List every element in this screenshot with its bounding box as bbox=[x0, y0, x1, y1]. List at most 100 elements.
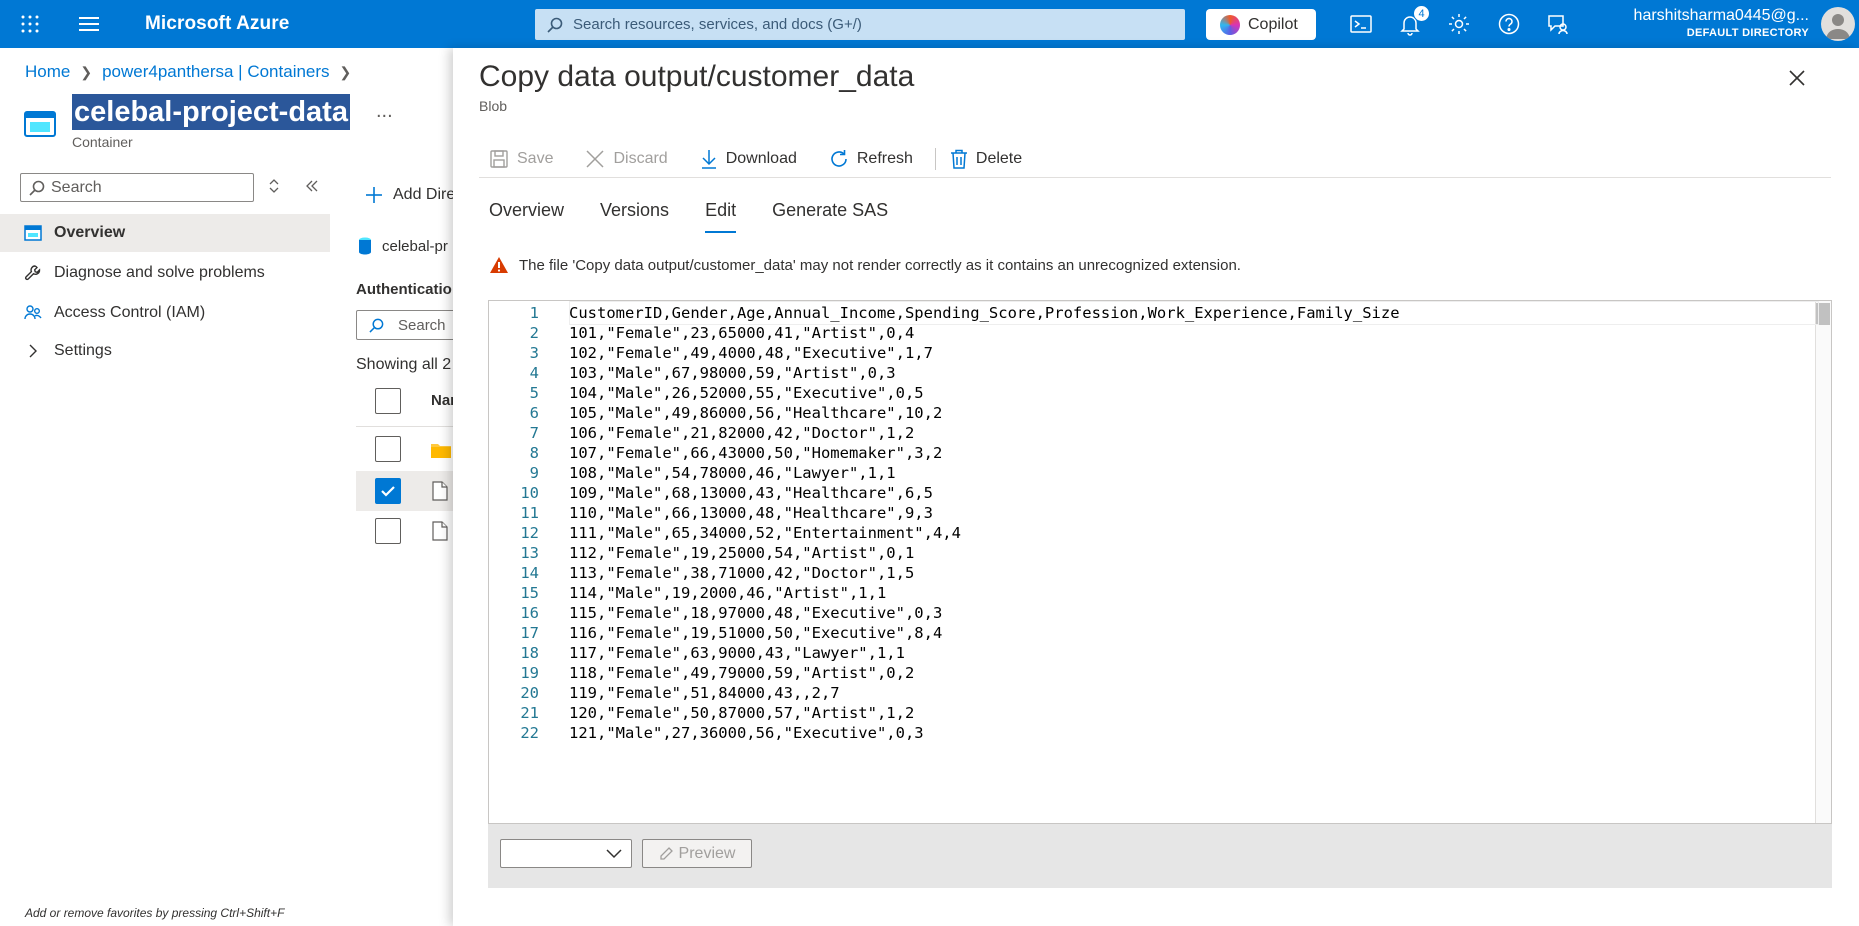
line-number: 18 bbox=[520, 644, 539, 662]
line-number: 10 bbox=[520, 484, 539, 502]
download-icon bbox=[700, 149, 718, 169]
line-number: 8 bbox=[529, 444, 539, 462]
copilot-button[interactable]: Copilot bbox=[1206, 9, 1316, 40]
select-all-checkbox[interactable] bbox=[375, 388, 401, 414]
discard-x-icon bbox=[585, 149, 605, 169]
discard-label: Discard bbox=[613, 149, 668, 167]
line-number: 20 bbox=[520, 684, 539, 702]
tab-generate-sas[interactable]: Generate SAS bbox=[772, 200, 888, 233]
more-options-icon[interactable]: ... bbox=[376, 100, 393, 123]
settings-gear-icon[interactable] bbox=[1447, 12, 1471, 36]
save-button[interactable]: Save bbox=[479, 149, 553, 169]
line-content: 117,"Female",63,9000,43,"Lawyer",1,1 bbox=[569, 644, 905, 662]
storage-account-icon bbox=[358, 237, 372, 255]
sidebar-item-settings[interactable]: Settings bbox=[0, 332, 330, 370]
sidebar-item-access-control[interactable]: Access Control (IAM) bbox=[0, 294, 330, 332]
sidebar-item-label: Overview bbox=[54, 224, 126, 241]
add-directory-label: Add Dire bbox=[393, 186, 456, 203]
sidebar-item-overview[interactable]: Overview bbox=[0, 214, 330, 252]
global-search-input[interactable]: Search resources, services, and docs (G+… bbox=[535, 9, 1185, 40]
chevron-down-icon bbox=[606, 849, 622, 859]
blob-tabs: Overview Versions Edit Generate SAS bbox=[489, 200, 888, 233]
brand-title[interactable]: Microsoft Azure bbox=[145, 13, 289, 35]
container-crumb-label: celebal-pr bbox=[382, 237, 448, 255]
tab-overview[interactable]: Overview bbox=[489, 200, 564, 233]
pencil-icon bbox=[659, 846, 673, 861]
trash-icon bbox=[950, 149, 968, 169]
user-email: harshitsharma0445@g... bbox=[1633, 7, 1809, 24]
line-content: 121,"Male",27,36000,56,"Executive",0,3 bbox=[569, 724, 924, 742]
left-search-input[interactable]: Search bbox=[20, 173, 254, 202]
line-content: 114,"Male",19,2000,46,"Artist",1,1 bbox=[569, 584, 887, 602]
sidebar-item-diagnose[interactable]: Diagnose and solve problems bbox=[0, 254, 330, 292]
discard-button[interactable]: Discard bbox=[575, 149, 668, 169]
avatar[interactable] bbox=[1821, 7, 1855, 41]
line-number: 22 bbox=[520, 724, 539, 742]
command-bar: Save Discard Download Refresh Delete bbox=[479, 140, 1831, 178]
breadcrumb-account[interactable]: power4panthersa | Containers bbox=[102, 62, 329, 82]
line-number: 3 bbox=[529, 344, 539, 362]
line-number: 19 bbox=[520, 664, 539, 682]
blob-search-input[interactable]: Search bbox=[356, 310, 466, 340]
add-directory-button[interactable]: Add Dire bbox=[365, 186, 455, 204]
cloud-shell-icon[interactable] bbox=[1349, 12, 1373, 36]
close-icon[interactable] bbox=[1789, 70, 1805, 86]
row-checkbox[interactable] bbox=[375, 436, 401, 462]
chevron-right-icon: ❯ bbox=[339, 63, 352, 80]
line-content: 108,"Male",54,78000,46,"Lawyer",1,1 bbox=[569, 464, 896, 482]
line-content: 111,"Male",65,34000,52,"Entertainment",4… bbox=[569, 524, 961, 542]
app-launcher-icon[interactable] bbox=[20, 14, 40, 34]
code-editor[interactable]: 1 CustomerID,Gender,Age,Annual_Income,Spe… bbox=[488, 300, 1832, 824]
preview-button[interactable]: Preview bbox=[642, 839, 752, 868]
delete-button[interactable]: Delete bbox=[950, 149, 1022, 169]
tab-edit[interactable]: Edit bbox=[705, 200, 737, 233]
row-checkbox[interactable] bbox=[375, 518, 401, 544]
tab-versions[interactable]: Versions bbox=[600, 200, 669, 233]
panel-subtitle: Blob bbox=[479, 98, 508, 114]
favorites-hint: Add or remove favorites by pressing Ctrl… bbox=[25, 906, 285, 920]
refresh-button[interactable]: Refresh bbox=[819, 149, 913, 169]
line-number: 15 bbox=[520, 584, 539, 602]
editor-scrollbar[interactable] bbox=[1815, 301, 1831, 823]
breadcrumb: Home ❯ power4panthersa | Containers ❯ bbox=[25, 62, 351, 82]
page-subtitle: Container bbox=[72, 134, 133, 150]
line-content: 119,"Female",51,84000,43,,2,7 bbox=[569, 684, 840, 702]
folder-icon bbox=[430, 441, 452, 459]
feedback-icon[interactable] bbox=[1546, 12, 1570, 36]
container-icon bbox=[24, 110, 56, 138]
line-content: 102,"Female",49,4000,48,"Executive",1,7 bbox=[569, 344, 933, 362]
container-breadcrumb[interactable]: celebal-pr bbox=[358, 237, 448, 255]
collapse-double-chevron-icon[interactable] bbox=[305, 179, 319, 193]
overview-icon bbox=[24, 225, 42, 241]
line-number: 7 bbox=[529, 424, 539, 442]
warning-text: The file 'Copy data output/customer_data… bbox=[519, 256, 1241, 274]
line-content: 106,"Female",21,82000,42,"Doctor",1,2 bbox=[569, 424, 915, 442]
plus-icon bbox=[365, 186, 383, 204]
row-checkbox-checked[interactable] bbox=[375, 478, 401, 504]
editor-line: 22 121,"Male",27,36000,56,"Executive",0,3 bbox=[489, 721, 923, 745]
language-select[interactable] bbox=[500, 839, 632, 868]
chevron-right-icon bbox=[24, 344, 42, 358]
help-question-icon[interactable] bbox=[1497, 12, 1521, 36]
line-content: 103,"Male",67,98000,59,"Artist",0,3 bbox=[569, 364, 896, 382]
blob-edit-panel: Copy data output/customer_data Blob Save… bbox=[453, 48, 1859, 926]
line-number: 14 bbox=[520, 564, 539, 582]
chevron-right-icon: ❯ bbox=[80, 63, 93, 80]
breadcrumb-home[interactable]: Home bbox=[25, 62, 70, 82]
refresh-label: Refresh bbox=[856, 149, 913, 167]
sort-updown-icon[interactable] bbox=[268, 178, 280, 194]
page-title: celebal-project-data bbox=[72, 94, 350, 130]
user-account[interactable]: harshitsharma0445@g... DEFAULT DIRECTORY bbox=[1634, 7, 1809, 39]
line-content: 101,"Female",23,65000,41,"Artist",0,4 bbox=[569, 324, 915, 342]
download-button[interactable]: Download bbox=[690, 149, 797, 169]
line-content: 120,"Female",50,87000,57,"Artist",1,2 bbox=[569, 704, 915, 722]
line-content: 104,"Male",26,52000,55,"Executive",0,5 bbox=[569, 384, 924, 402]
copilot-label: Copilot bbox=[1248, 15, 1298, 33]
line-number: 13 bbox=[520, 544, 539, 562]
wrench-icon bbox=[24, 264, 42, 282]
hamburger-menu-icon[interactable] bbox=[78, 15, 100, 33]
line-number: 11 bbox=[520, 504, 539, 522]
left-search-placeholder: Search bbox=[51, 178, 102, 196]
editor-footer: Preview bbox=[488, 824, 1832, 888]
line-content: 115,"Female",18,97000,48,"Executive",0,3 bbox=[569, 604, 943, 622]
